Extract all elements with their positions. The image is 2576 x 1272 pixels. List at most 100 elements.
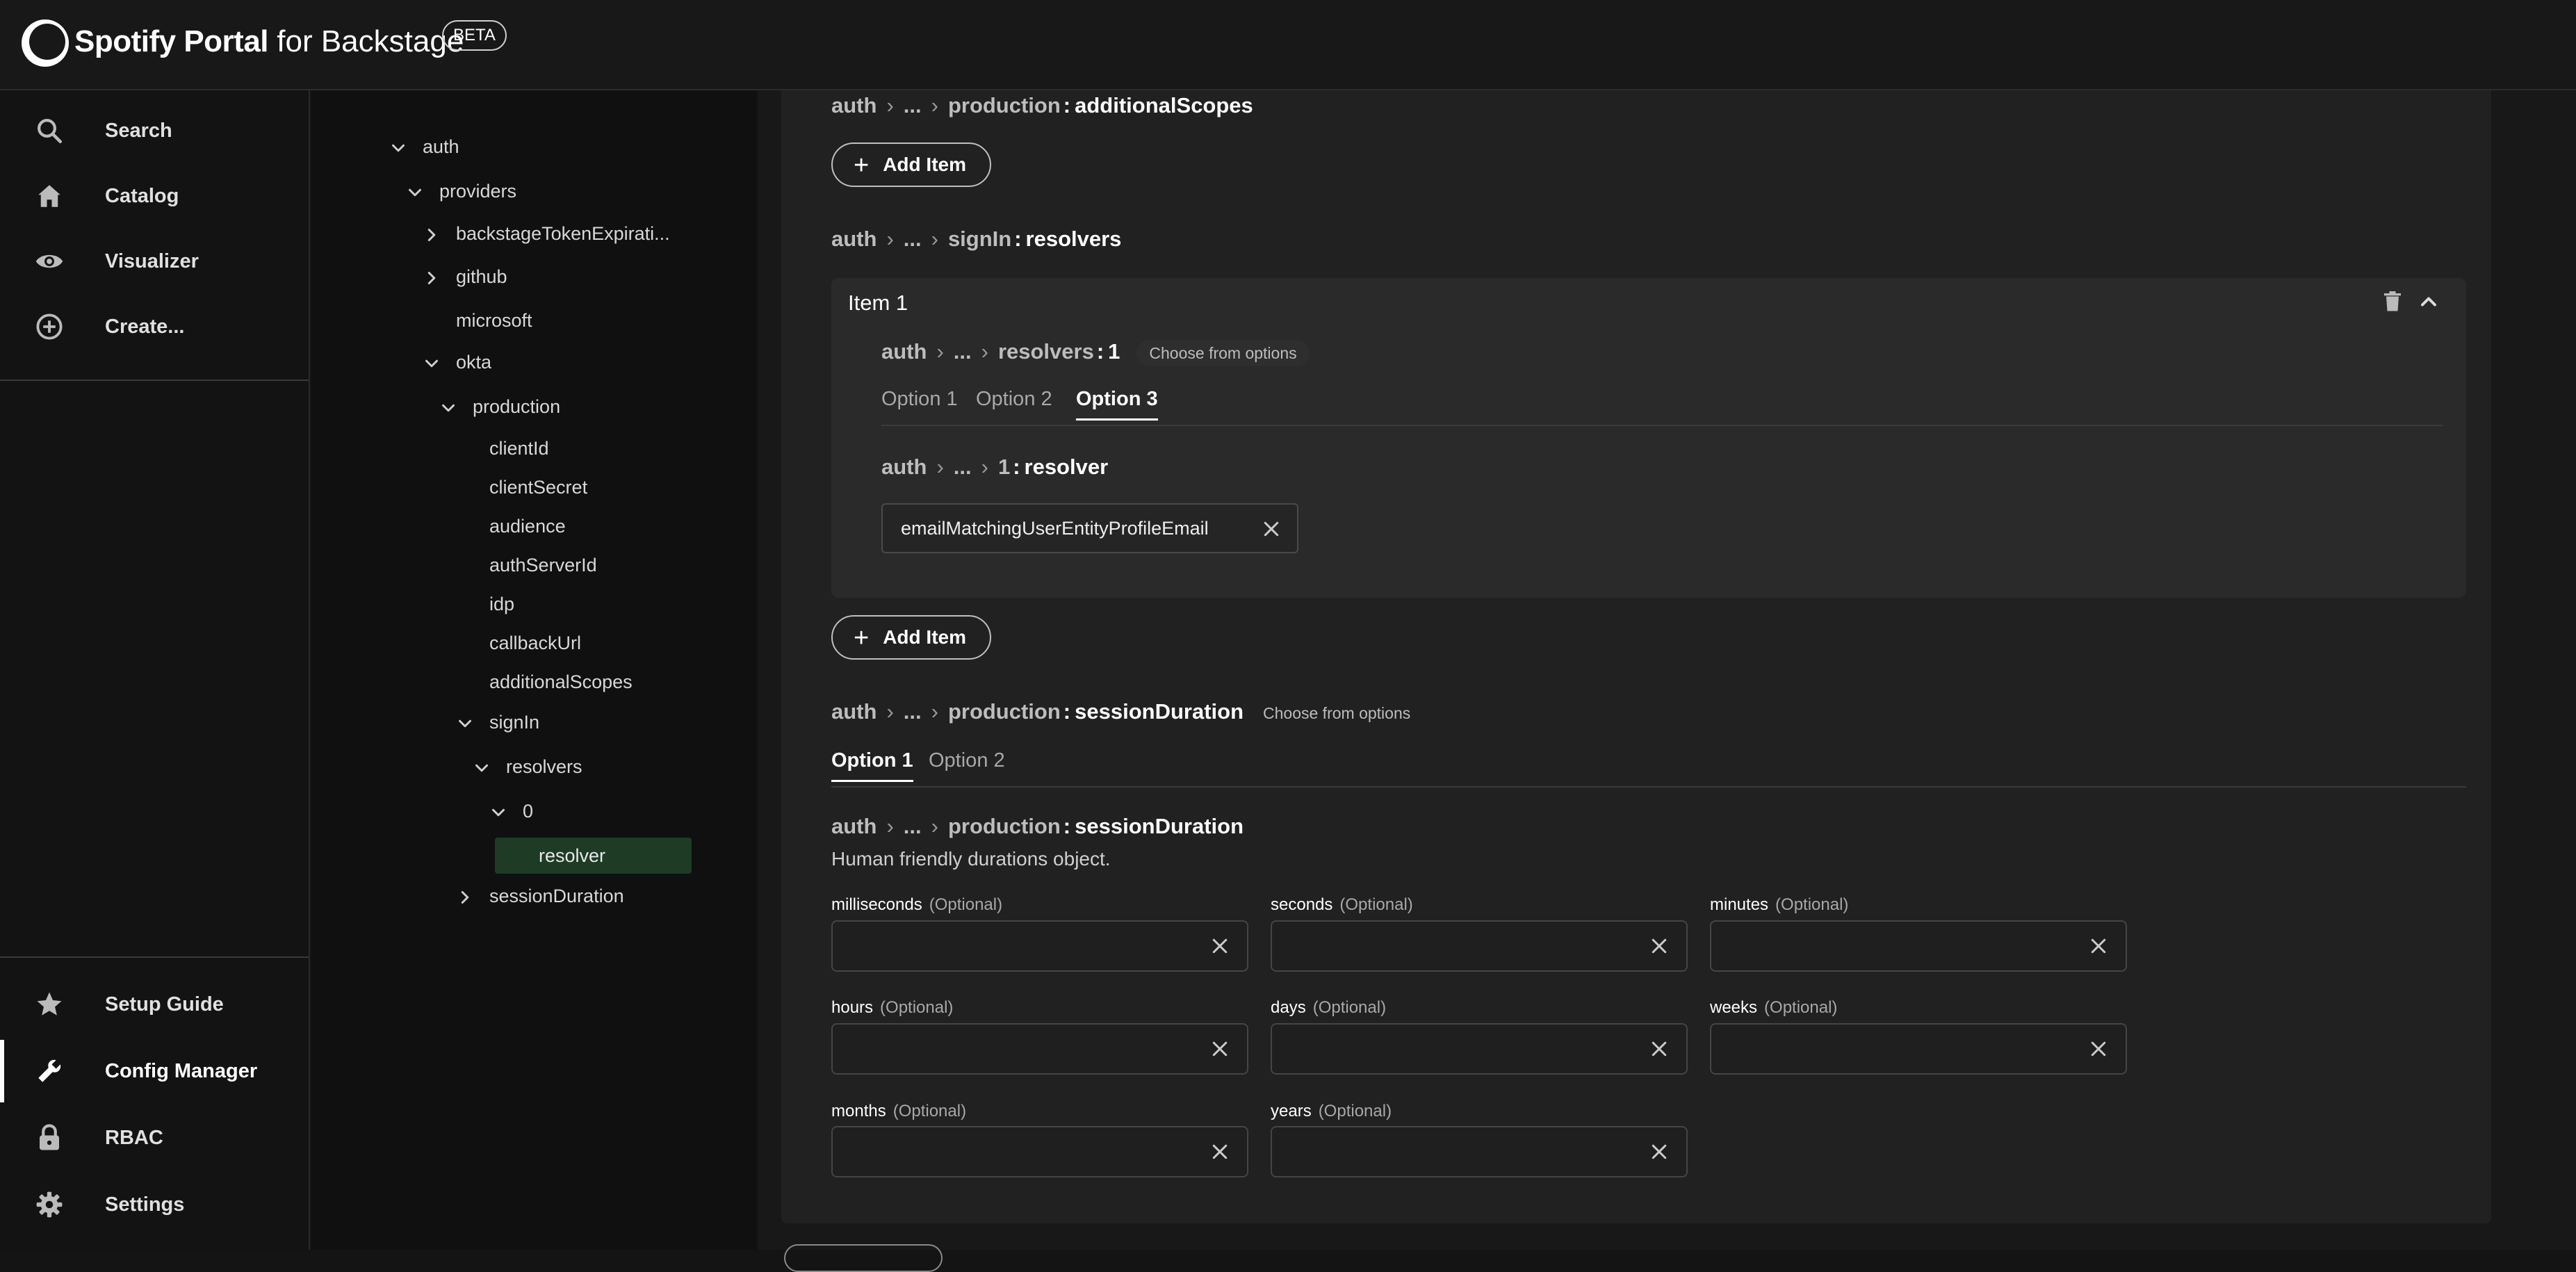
add-item-label: Add Item	[883, 154, 966, 175]
field-key: resolver	[1024, 455, 1109, 479]
days-input[interactable]	[1271, 1023, 1688, 1075]
crumb-root: auth	[881, 339, 927, 364]
crumb-ellipsis[interactable]: ...	[904, 93, 922, 117]
breadcrumb-session-duration-detail: auth ›... › production: sessionDuration	[831, 814, 1244, 838]
spotify-logo-icon	[22, 19, 69, 67]
clear-icon[interactable]	[1209, 936, 1230, 956]
milliseconds-input[interactable]	[831, 920, 1248, 972]
sidebar-item-rbac[interactable]: RBAC	[0, 1107, 309, 1169]
clear-icon[interactable]	[1649, 1141, 1670, 1162]
clear-icon[interactable]	[2088, 936, 2109, 956]
tree-node-label: github	[456, 266, 507, 287]
sidebar-item-catalog[interactable]: Catalog	[0, 165, 309, 227]
sidebar-item-visualizer[interactable]: Visualizer	[0, 230, 309, 293]
crumb-ellipsis[interactable]: ...	[954, 339, 972, 364]
hours-label: hours (Optional)	[831, 998, 953, 1018]
sidebar-item-config-manager[interactable]: Config Manager	[0, 1040, 309, 1102]
partial-button-offscreen[interactable]	[784, 1244, 943, 1272]
tree-node-label: backstageTokenExpirati...	[456, 223, 670, 244]
tree-node-resolver-selected[interactable]: resolver	[495, 838, 692, 874]
sidebar-item-settings[interactable]: Settings	[0, 1173, 309, 1236]
months-input[interactable]	[831, 1126, 1248, 1177]
crumb-parent: production	[947, 814, 1061, 838]
sidebar-item-create[interactable]: Create...	[0, 295, 309, 358]
tree-node-label: 0	[523, 801, 534, 822]
sidebar-item-setup-guide[interactable]: Setup Guide	[0, 973, 309, 1036]
clear-icon[interactable]	[1261, 519, 1282, 539]
resolver-select[interactable]: emailMatchingUserEntityProfileEmail	[881, 503, 1298, 553]
sidebar-divider	[0, 380, 309, 381]
tab-option-1[interactable]: Option 1	[881, 388, 958, 411]
field-name: minutes	[1710, 895, 1769, 914]
tree-node-label: sessionDuration	[489, 886, 624, 906]
brand-title[interactable]: Spotify Portal for Backstage	[74, 22, 464, 61]
brand-name: Spotify Portal	[74, 24, 269, 58]
tree-node-client-id[interactable]: clientId	[489, 438, 549, 459]
tree-node-auth-server-id[interactable]: authServerId	[489, 555, 597, 576]
weeks-label: weeks (Optional)	[1710, 998, 1837, 1018]
crumb-root: auth	[881, 455, 927, 479]
sidebar-item-search[interactable]: Search	[0, 99, 309, 162]
tab-option-3[interactable]: Option 3	[1076, 388, 1158, 421]
crumb-ellipsis[interactable]: ...	[904, 699, 922, 724]
tabs-divider	[881, 425, 2443, 426]
optional-tag: (Optional)	[1312, 998, 1387, 1017]
add-item-button[interactable]: + Add Item	[831, 142, 991, 187]
choose-from-options-hint: Choose from options	[1263, 704, 1411, 722]
tab-option-1[interactable]: Option 1	[831, 749, 913, 782]
tree-node-label: auth	[423, 136, 459, 157]
trash-icon[interactable]	[2380, 289, 2405, 314]
app-header: Spotify Portal for Backstage BETA	[0, 0, 2576, 90]
brand-suffix: for Backstage	[268, 24, 464, 58]
sidebar-item-label: Search	[105, 120, 172, 142]
tree-node-callback-url[interactable]: callbackUrl	[489, 633, 581, 654]
clear-icon[interactable]	[2088, 1038, 2109, 1059]
seconds-input[interactable]	[1271, 920, 1688, 972]
item-title: Item 1	[848, 291, 908, 315]
field-key: 1	[1108, 339, 1120, 364]
crumb-root: auth	[831, 227, 877, 251]
crumb-ellipsis[interactable]: ...	[954, 455, 972, 479]
tab-option-2[interactable]: Option 2	[976, 388, 1052, 411]
minutes-input[interactable]	[1710, 920, 2127, 972]
field-description: Human friendly durations object.	[831, 848, 1111, 870]
milliseconds-label: milliseconds (Optional)	[831, 895, 1002, 915]
crumb-ellipsis[interactable]: ...	[904, 814, 922, 838]
tabs-divider	[831, 786, 2466, 788]
chevron-up-icon[interactable]	[2416, 289, 2441, 314]
seconds-label: seconds (Optional)	[1271, 895, 1413, 915]
clear-icon[interactable]	[1649, 1038, 1670, 1059]
minutes-label: minutes (Optional)	[1710, 895, 1848, 915]
sidebar: Search Catalog Visualizer Create... Setu…	[0, 90, 310, 1250]
days-label: days (Optional)	[1271, 998, 1386, 1018]
years-label: years (Optional)	[1271, 1102, 1392, 1121]
add-item-button[interactable]: + Add Item	[831, 615, 991, 660]
tree-node-label: resolvers	[506, 756, 582, 777]
tree-node-audience[interactable]: audience	[489, 516, 566, 537]
crumb-parent: resolvers	[997, 339, 1094, 364]
clear-icon[interactable]	[1209, 1038, 1230, 1059]
crumb-ellipsis[interactable]: ...	[904, 227, 922, 251]
weeks-input[interactable]	[1710, 1023, 2127, 1075]
tree-node-idp[interactable]: idp	[489, 594, 514, 615]
optional-tag: (Optional)	[1775, 895, 1849, 914]
chevron-down-icon	[459, 719, 471, 728]
field-key: additionalScopes	[1075, 93, 1253, 117]
tree-node-client-secret[interactable]: clientSecret	[489, 477, 587, 498]
clear-icon[interactable]	[1649, 936, 1670, 956]
chevron-right-icon	[427, 229, 436, 241]
optional-tag: (Optional)	[1318, 1102, 1392, 1120]
years-input[interactable]	[1271, 1126, 1688, 1177]
sidebar-item-label: Config Manager	[105, 1060, 258, 1082]
field-name: months	[831, 1102, 886, 1120]
tab-option-2[interactable]: Option 2	[929, 749, 1005, 772]
beta-badge: BETA	[442, 20, 507, 51]
crumb-root: auth	[831, 93, 877, 117]
field-key: resolvers	[1025, 227, 1122, 251]
tree-node-additional-scopes[interactable]: additionalScopes	[489, 671, 633, 693]
optional-tag: (Optional)	[1339, 895, 1413, 914]
chevron-down-icon	[409, 188, 421, 197]
field-name: milliseconds	[831, 895, 922, 914]
hours-input[interactable]	[831, 1023, 1248, 1075]
clear-icon[interactable]	[1209, 1141, 1230, 1162]
